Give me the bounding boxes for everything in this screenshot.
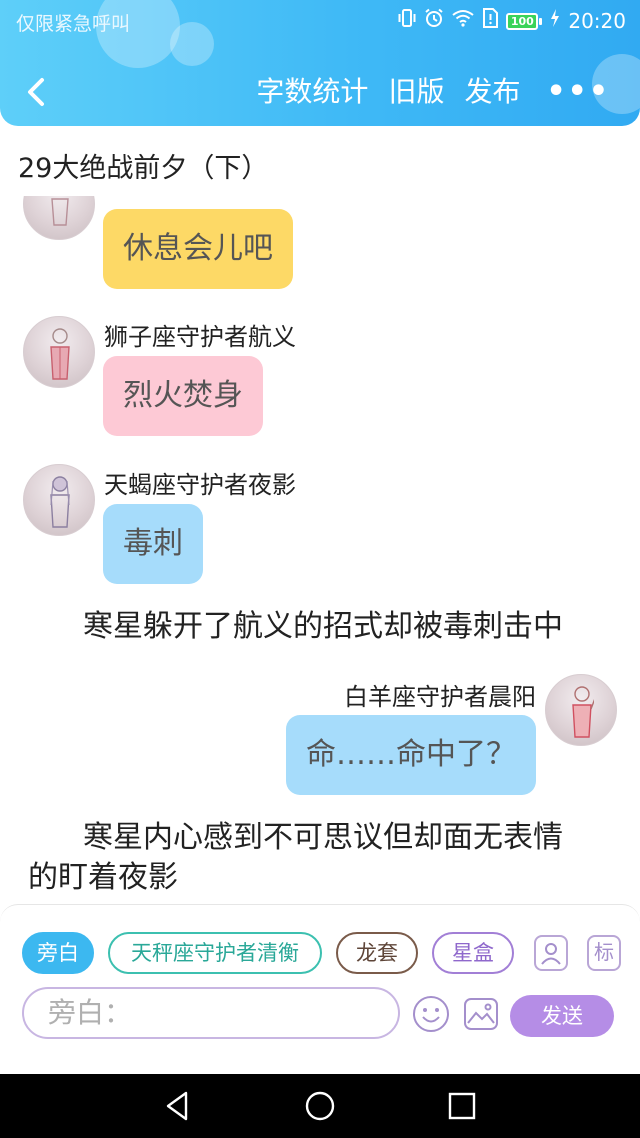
image-button[interactable]	[462, 995, 500, 1033]
message-list[interactable]: 休息会儿吧 狮子座守护者航义 烈火焚身 天蝎座守护者夜影 毒刺 寒星躲开了航义的…	[0, 196, 640, 904]
status-bar: 仅限紧急呼叫 100 20:20	[0, 0, 640, 44]
speaker-name: 狮子座守护者航义	[104, 323, 296, 351]
message-bubble[interactable]: 毒刺	[103, 504, 203, 584]
more-options-button[interactable]: •••	[546, 72, 610, 112]
battery-level: 100	[506, 12, 539, 30]
narration-text[interactable]: 寒星内心感到不可思议但却面无表情 的盯着夜影	[28, 818, 628, 898]
old-version-button[interactable]: 旧版	[388, 70, 444, 114]
nav-home-button[interactable]	[302, 1088, 338, 1124]
composer-panel: 旁白 天秤座守护者清衡 龙套 星盒 标 旁白： 发送	[0, 904, 640, 1074]
back-button[interactable]	[18, 72, 54, 112]
send-button[interactable]: 发送	[510, 995, 614, 1037]
narration-line: 寒星内心感到不可思议但却面无表情	[83, 820, 563, 855]
carrier-text: 仅限紧急呼叫	[16, 13, 131, 35]
role-chip-extra[interactable]: 龙套	[336, 932, 418, 974]
nav-back-button[interactable]	[160, 1088, 196, 1124]
nav-recent-button[interactable]	[444, 1088, 480, 1124]
avatar[interactable]	[23, 196, 95, 240]
message-bubble[interactable]: 命……命中了？	[286, 715, 536, 795]
publish-button[interactable]: 发布	[464, 70, 520, 114]
word-count-button[interactable]: 字数统计	[256, 70, 368, 114]
nav-home-icon	[305, 1091, 335, 1121]
status-icons: 100 20:20	[398, 8, 626, 34]
battery-icon: 100	[506, 12, 543, 30]
vibrate-icon	[398, 8, 416, 34]
role-chip-libra-guardian[interactable]: 天秤座守护者清衡	[108, 932, 322, 974]
narration-text[interactable]: 寒星躲开了航义的招式却被毒刺击中	[83, 607, 563, 647]
nav-recent-icon	[448, 1092, 476, 1120]
role-chip-star-box[interactable]: 星盒	[432, 932, 514, 974]
image-icon	[464, 998, 498, 1030]
emoji-icon	[413, 996, 449, 1032]
header-actions: 字数统计 旧版 发布 •••	[236, 70, 610, 114]
role-card-icon	[541, 943, 561, 965]
speaker-name: 天蝎座守护者夜影	[104, 471, 296, 499]
message-bubble[interactable]: 烈火焚身	[103, 356, 263, 436]
message-input[interactable]: 旁白：	[22, 987, 400, 1039]
emoji-button[interactable]	[412, 995, 450, 1033]
avatar[interactable]	[23, 464, 95, 536]
chapter-title: 29大绝战前夕（下）	[18, 153, 269, 184]
app-header: 仅限紧急呼叫 100 20:20 字数统计 旧版 发布 •••	[0, 0, 640, 126]
sim-alert-icon	[482, 8, 499, 34]
avatar[interactable]	[545, 674, 617, 746]
tag-button[interactable]: 标	[587, 935, 621, 971]
alarm-icon	[424, 8, 444, 34]
avatar[interactable]	[23, 316, 95, 388]
nav-back-icon	[166, 1091, 188, 1121]
system-navigation-bar	[0, 1074, 640, 1138]
wifi-icon	[452, 9, 474, 33]
back-arrow-icon	[28, 78, 44, 106]
role-card-button[interactable]	[534, 935, 568, 971]
role-chip-narrator[interactable]: 旁白	[22, 932, 94, 974]
narration-line: 的盯着夜影	[28, 860, 178, 895]
speaker-name: 白羊座守护者晨阳	[344, 683, 536, 711]
charging-icon	[550, 9, 560, 33]
message-bubble[interactable]: 休息会儿吧	[103, 209, 293, 289]
clock-time: 20:20	[568, 9, 626, 33]
